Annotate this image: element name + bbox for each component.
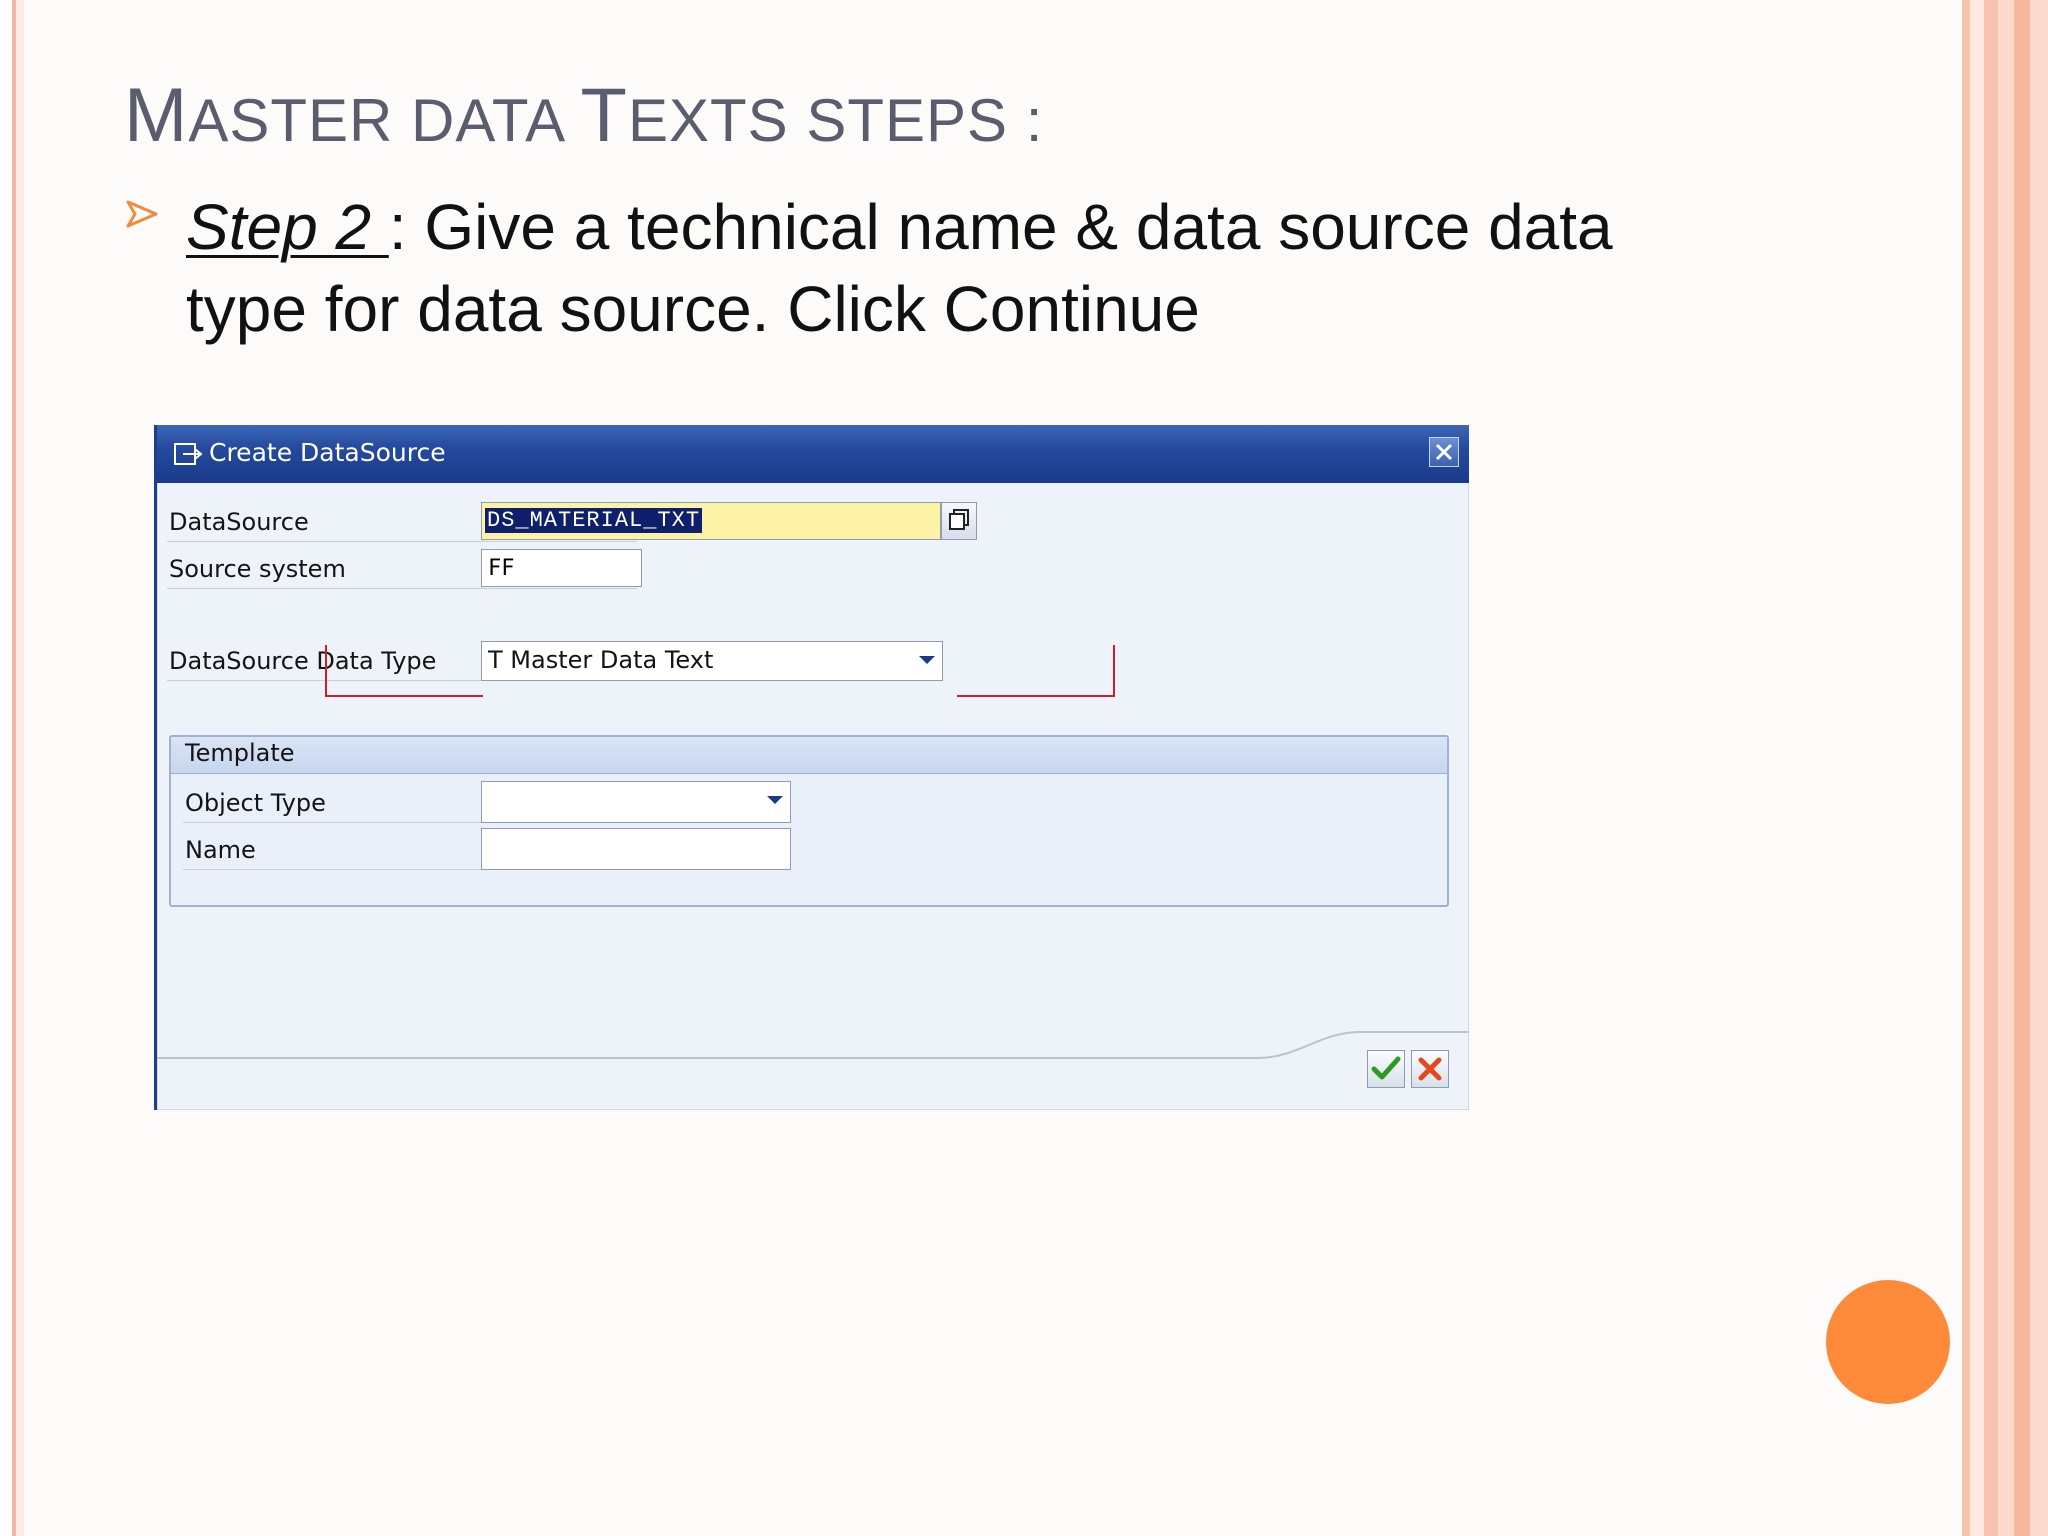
title-initial-m: M: [124, 73, 189, 158]
create-datasource-icon: [174, 443, 203, 465]
data-type-value: T Master Data Text: [488, 646, 714, 674]
annotation-bracket-left-horizontal: [325, 695, 483, 697]
step-label: Step 2: [186, 191, 389, 263]
chevron-down-icon: [767, 796, 783, 804]
create-datasource-dialog: Create DataSource DataSource DS_MATERIAL…: [154, 425, 1469, 1110]
object-type-dropdown[interactable]: [481, 781, 791, 823]
cancel-button[interactable]: [1411, 1050, 1449, 1088]
close-button[interactable]: [1429, 437, 1459, 467]
object-type-label: Object Type: [185, 789, 326, 817]
source-system-label-underline: [167, 588, 637, 589]
datasource-value: DS_MATERIAL_TXT: [485, 508, 703, 533]
source-system-label: Source system: [169, 555, 346, 583]
arrow-bullet-icon: [126, 200, 158, 228]
datasource-field[interactable]: DS_MATERIAL_TXT: [481, 502, 941, 540]
decorative-orange-circle: [1826, 1280, 1950, 1404]
bullet-text: Step 2 : Give a technical name & data so…: [186, 186, 1746, 350]
name-label-underline: [183, 869, 483, 870]
name-label: Name: [185, 836, 256, 864]
datasource-label-underline: [167, 541, 637, 542]
checkmark-icon: [1371, 1056, 1401, 1080]
step-description: : Give a technical name & data source da…: [186, 191, 1613, 345]
source-system-value: FF: [488, 556, 515, 581]
template-group: Template Object Type Name: [169, 735, 1449, 907]
right-decorative-border: [1958, 0, 2048, 1536]
source-system-field[interactable]: FF: [481, 549, 642, 587]
title-part-2: EXTS STEPS :: [627, 87, 1044, 154]
continue-button[interactable]: [1367, 1050, 1405, 1088]
chevron-down-icon: [919, 656, 935, 664]
data-type-dropdown[interactable]: T Master Data Text: [481, 641, 943, 681]
annotation-bracket-right-vertical: [1113, 645, 1115, 697]
data-type-label: DataSource Data Type: [169, 647, 437, 675]
copy-icon: [949, 509, 969, 530]
title-initial-t: T: [580, 73, 628, 158]
name-field[interactable]: [481, 828, 791, 870]
cancel-x-icon: [1418, 1057, 1442, 1081]
left-decorative-border: [0, 0, 24, 1536]
slide-title: MASTER DATA TEXTS STEPS :: [124, 72, 1043, 159]
annotation-bracket-right-horizontal: [957, 695, 1115, 697]
dialog-title: Create DataSource: [209, 438, 446, 467]
copy-button[interactable]: [941, 502, 977, 540]
template-heading: Template: [185, 739, 295, 767]
close-icon: [1435, 443, 1453, 461]
datasource-label: DataSource: [169, 508, 309, 536]
footer-divider: [157, 1057, 1257, 1059]
object-type-label-underline: [183, 822, 483, 823]
title-part-1: ASTER DATA: [188, 87, 581, 154]
template-group-header: Template: [171, 737, 1447, 774]
annotation-bracket-left-vertical: [325, 645, 327, 697]
dialog-titlebar: Create DataSource: [157, 425, 1469, 483]
